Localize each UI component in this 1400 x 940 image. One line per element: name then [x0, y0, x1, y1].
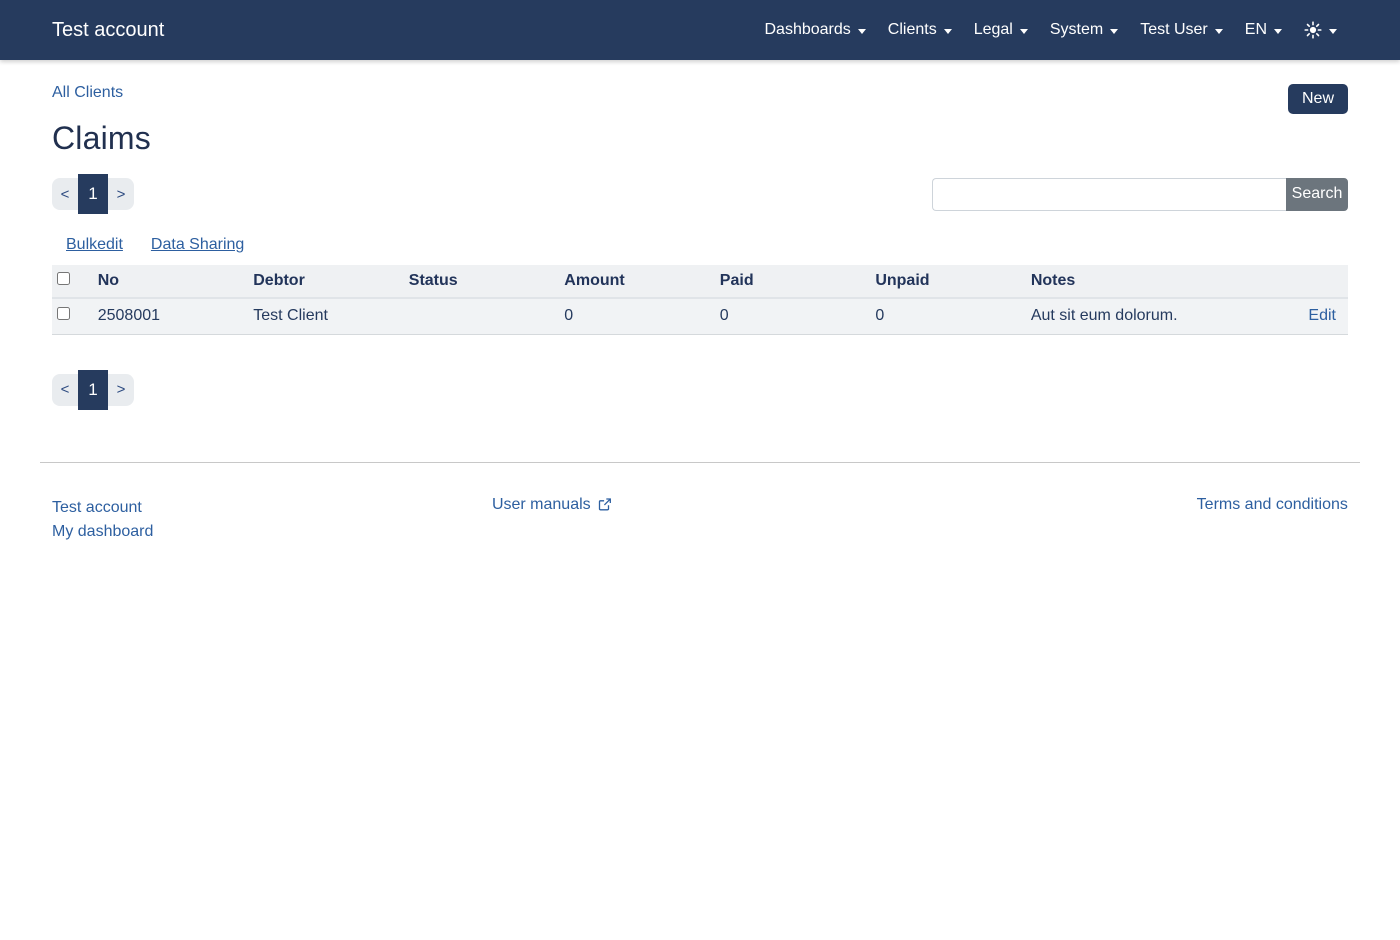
search-input[interactable]	[932, 178, 1286, 211]
bulkedit-link[interactable]: Bulkedit	[66, 236, 123, 254]
nav-item-label: Dashboards	[765, 21, 851, 39]
claims-table: No Debtor Status Amount Paid Unpaid Note…	[52, 265, 1348, 335]
chevron-down-icon	[1274, 29, 1282, 34]
cell-paid: 0	[708, 298, 864, 334]
footer-account-link[interactable]: Test account	[52, 496, 484, 520]
column-header-debtor: Debtor	[241, 265, 397, 298]
nav-menu: Dashboards Clients Legal System Test Use…	[754, 13, 1349, 47]
pagination-prev-button[interactable]: <	[52, 178, 78, 210]
nav-item-label: Test User	[1140, 21, 1208, 39]
footer-left: Test account My dashboard	[52, 496, 484, 544]
edit-link[interactable]: Edit	[1308, 307, 1336, 324]
theme-dropdown[interactable]	[1293, 13, 1348, 47]
pagination-prev-button[interactable]: <	[52, 374, 78, 406]
toolbar: < 1 > Search	[52, 174, 1348, 214]
nav-item-label: Legal	[974, 21, 1013, 39]
page-container: All Clients New Claims < 1 > Search Bulk…	[0, 84, 1400, 584]
footer-center: User manuals	[484, 496, 916, 544]
chevron-down-icon	[1329, 29, 1337, 34]
action-links: Bulkedit Data Sharing	[52, 236, 1348, 254]
top-navbar: Test account Dashboards Clients Legal Sy…	[0, 0, 1400, 60]
select-all-checkbox[interactable]	[57, 272, 70, 285]
footer: Test account My dashboard User manuals T…	[40, 496, 1360, 584]
chevron-down-icon	[1110, 29, 1118, 34]
data-sharing-link[interactable]: Data Sharing	[151, 236, 244, 254]
nav-item-system[interactable]: System	[1039, 13, 1129, 47]
pagination-bottom: < 1 >	[52, 370, 1348, 410]
nav-item-label: Clients	[888, 21, 937, 39]
new-button[interactable]: New	[1288, 84, 1348, 114]
external-link-icon	[597, 497, 612, 512]
nav-item-language[interactable]: EN	[1234, 13, 1293, 47]
breadcrumb-all-clients[interactable]: All Clients	[52, 84, 123, 102]
breadcrumb-row: All Clients New	[52, 84, 1348, 114]
nav-item-label: EN	[1245, 21, 1267, 39]
chevron-down-icon	[1215, 29, 1223, 34]
table-header-row: No Debtor Status Amount Paid Unpaid Note…	[52, 265, 1348, 298]
pagination-next-button[interactable]: >	[108, 374, 134, 406]
brand-link[interactable]: Test account	[52, 19, 164, 42]
content-container: All Clients New Claims < 1 > Search Bulk…	[40, 84, 1360, 410]
nav-item-user[interactable]: Test User	[1129, 13, 1234, 47]
nav-item-legal[interactable]: Legal	[963, 13, 1039, 47]
user-manuals-link[interactable]: User manuals	[492, 496, 591, 514]
footer-divider	[40, 462, 1360, 463]
nav-item-label: System	[1050, 21, 1103, 39]
page-title: Claims	[52, 120, 1348, 157]
cell-notes: Aut sit eum dolorum.	[1019, 298, 1273, 334]
column-header-amount: Amount	[552, 265, 708, 298]
chevron-down-icon	[1020, 29, 1028, 34]
cell-unpaid: 0	[863, 298, 1019, 334]
pagination-page-1[interactable]: 1	[78, 174, 108, 214]
column-header-status: Status	[397, 265, 553, 298]
chevron-down-icon	[858, 29, 866, 34]
column-header-paid: Paid	[708, 265, 864, 298]
nav-item-clients[interactable]: Clients	[877, 13, 963, 47]
search-group: Search	[932, 178, 1348, 211]
pagination-page-1[interactable]: 1	[78, 370, 108, 410]
footer-right: Terms and conditions	[916, 496, 1348, 544]
pagination-top: < 1 >	[52, 174, 134, 214]
cell-status	[397, 298, 553, 334]
chevron-down-icon	[944, 29, 952, 34]
pagination-next-button[interactable]: >	[108, 178, 134, 210]
column-header-no: No	[86, 265, 242, 298]
nav-item-dashboards[interactable]: Dashboards	[754, 13, 877, 47]
terms-link[interactable]: Terms and conditions	[1197, 496, 1348, 513]
cell-no: 2508001	[86, 298, 242, 334]
cell-debtor: Test Client	[241, 298, 397, 334]
column-header-notes: Notes	[1019, 265, 1273, 298]
sun-icon	[1304, 21, 1322, 39]
footer-dashboard-link[interactable]: My dashboard	[52, 520, 484, 544]
table-row: 2508001 Test Client 0 0 0 Aut sit eum do…	[52, 298, 1348, 334]
search-button[interactable]: Search	[1286, 178, 1348, 211]
cell-amount: 0	[552, 298, 708, 334]
column-header-actions	[1273, 265, 1348, 298]
column-header-unpaid: Unpaid	[863, 265, 1019, 298]
row-checkbox[interactable]	[57, 307, 70, 320]
